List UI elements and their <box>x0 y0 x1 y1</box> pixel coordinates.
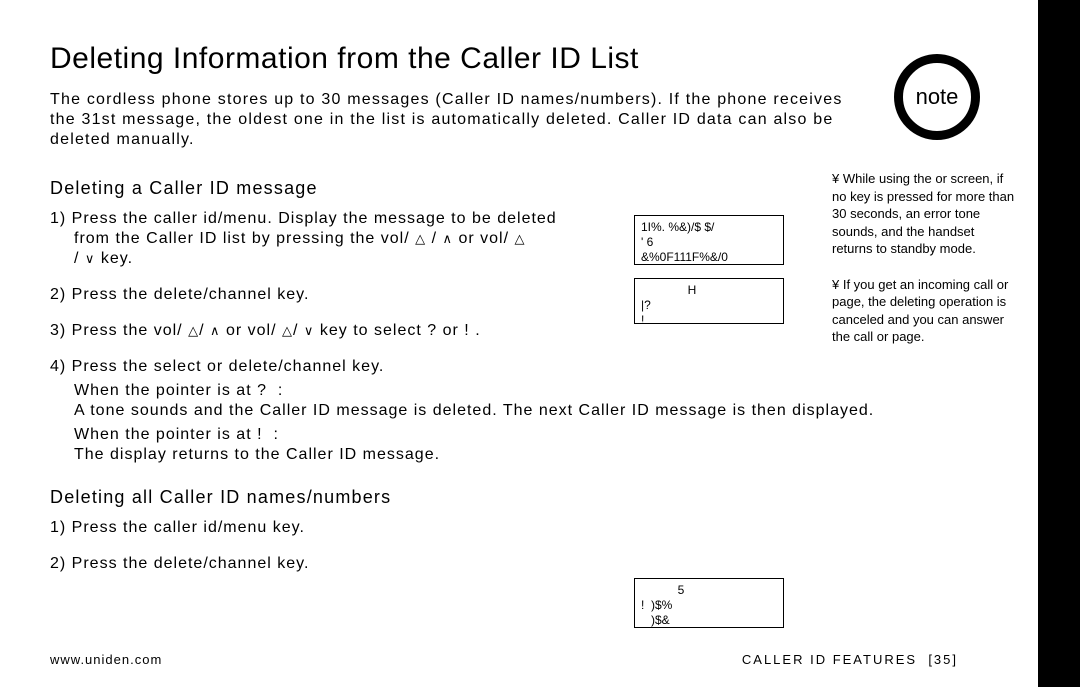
slash4: / <box>293 322 298 339</box>
step4-when-q: When the pointer is at ? : <box>74 381 988 401</box>
step4-e: key. <box>347 358 385 375</box>
step4-q: ? <box>257 382 267 399</box>
step4-h: When the pointer is at <box>74 426 257 443</box>
bell-icon-4: △ <box>282 323 293 339</box>
step4-c: or <box>202 358 229 375</box>
step3-bang: ! <box>464 322 469 339</box>
lcd1-line1: 1I%. %&)/$ $/ <box>641 220 777 235</box>
intro-text: The cordless phone stores up to 30 messa… <box>50 90 850 150</box>
step2-c: key. <box>272 286 310 303</box>
step6-c: key. <box>272 555 310 572</box>
side-notes: ¥ While using the or screen, if no key i… <box>832 170 1015 364</box>
side1-text: ¥ While using the or screen, if no key i… <box>832 171 1014 256</box>
bell-icon-2: △ <box>515 231 526 247</box>
lcd2-line1: H <box>641 283 777 298</box>
step4-select: select <box>154 358 202 375</box>
right-black-margin <box>1038 0 1080 687</box>
step4-colon2: : <box>273 426 278 443</box>
step3-vol1: vol/ <box>154 322 183 339</box>
step1-vol1: vol/ <box>381 230 410 247</box>
step-4: 4) Press the select or delete/channel ke… <box>50 357 988 465</box>
step3-e: or <box>443 322 465 339</box>
footer-page-no: [35] <box>928 652 958 667</box>
step4-bang: ! <box>257 426 262 443</box>
step1-text-c: . Display the message to be deleted <box>267 210 556 227</box>
step3-q: ? <box>427 322 437 339</box>
chevron-up-icon: ∧ <box>443 231 454 247</box>
lcd2-line2: |? <box>641 298 777 313</box>
lcd1-line3: &%0F111F%&/0 <box>641 250 777 265</box>
lcd-display-2: H |? ! <box>634 278 784 324</box>
step4-a: 4) Press the <box>50 358 148 375</box>
section-heading-2: Deleting all Caller ID names/numbers <box>50 487 988 508</box>
chevron-up-icon-2: ∧ <box>210 323 221 339</box>
lcd-display-3: 5 ! )$% )$& <box>634 578 784 628</box>
slash3: / <box>199 322 204 339</box>
lcd3-line1: 5 <box>641 583 777 598</box>
footer-section-label: CALLER ID FEATURES <box>742 652 917 667</box>
step6-key: delete/channel <box>154 555 272 572</box>
side-note-1: ¥ While using the or screen, if no key i… <box>832 170 1015 258</box>
step6-a: 2) Press the <box>50 555 148 572</box>
page-footer: www.uniden.com CALLER ID FEATURES [35] <box>50 652 958 667</box>
step1-text-d: from the Caller ID list by pressing the <box>74 230 375 247</box>
lcd-display-1: 1I%. %&)/$ $/ ' 6 &%0F111F%&/0 <box>634 215 784 265</box>
footer-url: www.uniden.com <box>50 652 162 667</box>
lcd3-line2: ! )$% <box>641 598 777 613</box>
step3-dot: . <box>475 322 480 339</box>
step4-i: The display returns to the Caller ID mes… <box>74 445 988 465</box>
step5-key: caller id/menu <box>154 519 268 536</box>
step4-delete: delete/channel <box>229 358 347 375</box>
note-label: note <box>916 84 959 110</box>
paper-area: Deleting Information from the Caller ID … <box>0 0 1038 687</box>
chevron-down-icon: ∨ <box>85 251 96 267</box>
bell-icon-3: △ <box>188 323 199 339</box>
note-badge: note <box>894 54 980 140</box>
lcd1-line2: ' 6 <box>641 235 777 250</box>
step3-vol2: or vol/ <box>226 322 277 339</box>
step5-c: key. <box>267 519 305 536</box>
step4-f: When the pointer is at <box>74 382 257 399</box>
step4-g: A tone sounds and the Caller ID message … <box>74 401 988 421</box>
step1-text-g: key. <box>101 250 133 267</box>
step1-vol2: or vol/ <box>458 230 509 247</box>
page-root: Deleting Information from the Caller ID … <box>0 0 1080 687</box>
lcd2-line3: ! <box>641 313 777 328</box>
step-5: 1) Press the caller id/menu key. <box>50 518 988 538</box>
side-note-2: ¥ If you get an incoming call or page, t… <box>832 276 1015 346</box>
step3-a: 3) Press the <box>50 322 148 339</box>
chevron-down-icon-2: ∨ <box>304 323 315 339</box>
step1-key-cidmenu: caller id/menu <box>154 210 268 227</box>
step-6: 2) Press the delete/channel key. <box>50 554 988 574</box>
page-title: Deleting Information from the Caller ID … <box>50 42 988 76</box>
step4-colon1: : <box>278 382 283 399</box>
step4-when-bang: When the pointer is at ! : <box>74 425 988 445</box>
lcd3-line3: )$& <box>641 613 777 628</box>
slash2: / <box>74 250 79 267</box>
step1-text-a: 1) Press the <box>50 210 148 227</box>
step2-a: 2) Press the <box>50 286 148 303</box>
slash1: / <box>432 230 437 247</box>
footer-section: CALLER ID FEATURES [35] <box>742 652 958 667</box>
step3-d: key to select <box>320 322 422 339</box>
bell-icon: △ <box>415 231 426 247</box>
step2-key: delete/channel <box>154 286 272 303</box>
step5-a: 1) Press the <box>50 519 148 536</box>
